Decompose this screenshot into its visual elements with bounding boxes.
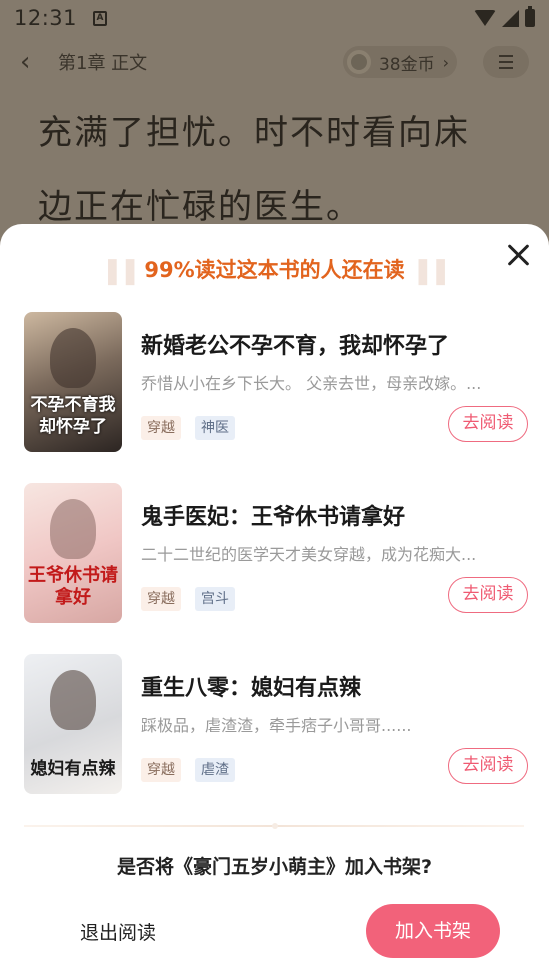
chapter-title: 第1章 正文	[58, 53, 148, 74]
book-cover[interactable]: 媳妇有点辣	[24, 654, 122, 794]
book-description: 二十二世纪的医学天才美女穿越，成为花痴大...	[141, 545, 477, 564]
cover-figure	[50, 328, 96, 388]
menu-icon	[499, 55, 513, 57]
book-tag: 穿越	[141, 416, 181, 440]
book-item[interactable]: 王爷休书请拿好 鬼手医妃：王爷休书请拿好 二十二世纪的医学天才美女穿越，成为花痴…	[24, 483, 528, 654]
reader-content: 充满了担忧。时不时看向床 边正在忙碌的医生。	[38, 96, 518, 244]
book-tag: 宫斗	[195, 587, 235, 611]
status-time: 12:31	[14, 6, 78, 30]
book-title[interactable]: 新婚老公不孕不育，我却怀孕了	[141, 328, 449, 360]
coin-balance: 38金币	[378, 54, 435, 75]
cover-figure	[50, 499, 96, 559]
coin-icon	[346, 50, 371, 74]
book-description: 踩极品，虐渣渣，牵手痞子小哥哥......	[141, 716, 412, 735]
signal-icon	[502, 9, 519, 27]
book-item[interactable]: 不孕不育我却怀孕了 新婚老公不孕不育，我却怀孕了 乔惜从小在乡下长大。 父亲去世…	[24, 312, 528, 483]
cover-figure	[50, 670, 96, 730]
book-description: 乔惜从小在乡下长大。 父亲去世，母亲改嫁。...	[141, 374, 482, 393]
add-to-shelf-prompt: 是否将《豪门五岁小萌主》加入书架?	[116, 856, 433, 878]
add-to-shelf-button[interactable]: 加入书架	[366, 904, 500, 958]
notification-icon: A	[93, 10, 108, 26]
cover-title: 王爷休书请拿好	[28, 565, 118, 608]
read-button[interactable]: 去阅读	[448, 406, 528, 442]
book-tag: 虐渣	[195, 758, 235, 782]
divider-dot	[272, 823, 278, 829]
sheet-title-text: 99%读过这本书的人还在读	[144, 258, 405, 282]
chevron-right-icon: ›	[442, 52, 449, 72]
book-title[interactable]: 鬼手医妃：王爷休书请拿好	[141, 499, 405, 531]
book-tag: 神医	[195, 416, 235, 440]
reader-line: 充满了担忧。时不时看向床	[38, 113, 470, 153]
quote-left-icon: ❚❚	[101, 256, 141, 286]
back-icon[interactable]: ‹	[20, 47, 50, 77]
reader-header: ‹ 第1章 正文 38金币 ›	[0, 40, 549, 84]
wifi-icon	[474, 10, 496, 26]
read-button[interactable]: 去阅读	[448, 748, 528, 784]
book-cover[interactable]: 王爷休书请拿好	[24, 483, 122, 623]
cover-title: 不孕不育我却怀孕了	[30, 395, 116, 437]
coin-balance-button[interactable]: 38金币 ›	[342, 46, 457, 78]
quote-right-icon: ❚❚	[411, 256, 452, 286]
status-indicators	[474, 6, 535, 27]
book-cover[interactable]: 不孕不育我却怀孕了	[24, 312, 122, 452]
menu-button[interactable]	[483, 46, 529, 78]
cover-title: 媳妇有点辣	[30, 759, 116, 779]
book-list: 不孕不育我却怀孕了 新婚老公不孕不育，我却怀孕了 乔惜从小在乡下长大。 父亲去世…	[24, 312, 528, 825]
sheet-title: ❚❚ 99%读过这本书的人还在读 ❚❚	[0, 254, 549, 286]
read-button[interactable]: 去阅读	[448, 577, 528, 613]
status-bar: 12:31 A	[0, 0, 549, 36]
book-tag: 穿越	[141, 758, 181, 782]
recommendation-sheet: ❚❚ 99%读过这本书的人还在读 ❚❚ 不孕不育我却怀孕了 新婚老公不孕不育，我…	[0, 224, 549, 976]
book-item[interactable]: 媳妇有点辣 重生八零：媳妇有点辣 踩极品，虐渣渣，牵手痞子小哥哥...... 穿…	[24, 654, 528, 825]
exit-reading-button[interactable]: 退出阅读	[80, 918, 156, 945]
book-tag: 穿越	[141, 587, 181, 611]
book-title[interactable]: 重生八零：媳妇有点辣	[141, 670, 361, 702]
battery-icon	[525, 6, 535, 27]
